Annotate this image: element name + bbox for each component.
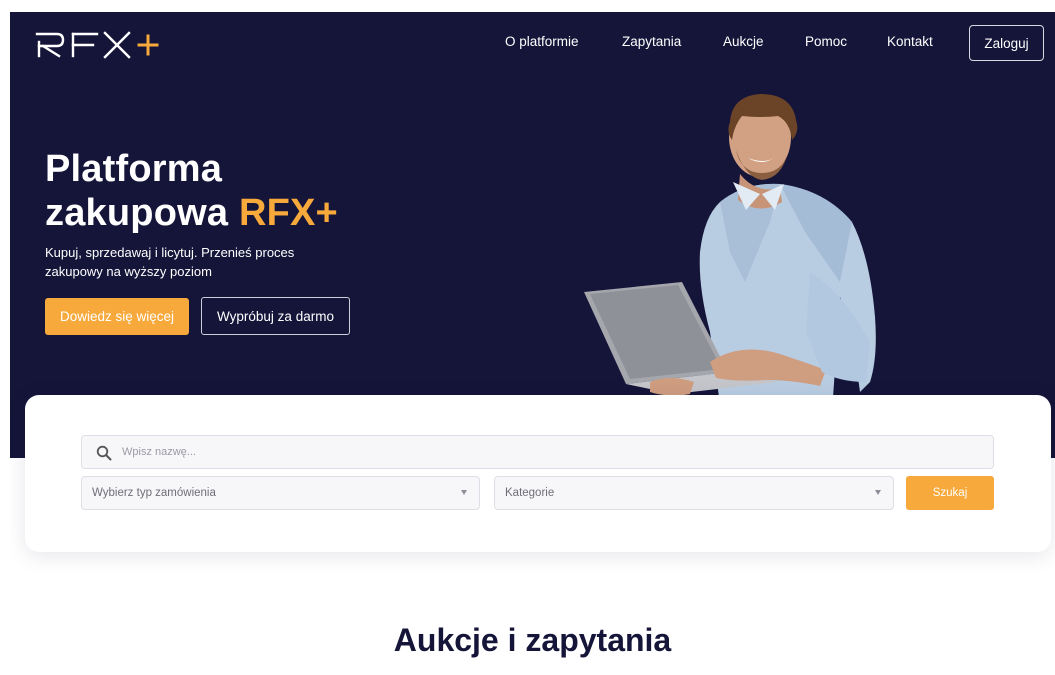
chevron-down-icon xyxy=(875,490,881,495)
nav-link-auctions[interactable]: Aukcje xyxy=(723,34,764,49)
order-type-value: Wybierz typ zamówienia xyxy=(92,487,216,499)
page: O platformie Zapytania Aukcje Pomoc Kont… xyxy=(10,12,1055,675)
try-free-button[interactable]: Wypróbuj za darmo xyxy=(201,297,350,335)
chevron-down-icon xyxy=(461,490,467,495)
nav-link-inquiries[interactable]: Zapytania xyxy=(622,34,681,49)
order-type-select[interactable]: Wybierz typ zamówienia xyxy=(81,476,480,510)
main-nav: O platformie Zapytania Aukcje Pomoc Kont… xyxy=(10,34,1055,54)
search-icon xyxy=(96,445,112,461)
hero-title-line-1: Platforma xyxy=(45,148,223,190)
hero-title: Platforma zakupowa RFX+ xyxy=(45,147,338,235)
login-button[interactable]: Zaloguj xyxy=(969,25,1044,61)
category-value: Kategorie xyxy=(505,487,555,499)
hero-section: O platformie Zapytania Aukcje Pomoc Kont… xyxy=(10,12,1055,458)
search-panel: Wybierz typ zamówienia Kategorie Szukaj xyxy=(25,395,1051,552)
nav-link-help[interactable]: Pomoc xyxy=(805,34,847,49)
search-input[interactable] xyxy=(122,436,982,468)
nav-link-about[interactable]: O platformie xyxy=(505,34,579,49)
category-select[interactable]: Kategorie xyxy=(494,476,894,510)
learn-more-button[interactable]: Dowiedz się więcej xyxy=(45,298,189,335)
search-field[interactable] xyxy=(81,435,994,469)
hero-subtitle: Kupuj, sprzedawaj i licytuj. Przenieś pr… xyxy=(45,245,295,279)
section-title-auctions: Aukcje i zapytania xyxy=(393,622,672,658)
hero-title-main: zakupowa xyxy=(45,192,239,234)
hero-title-accent: RFX+ xyxy=(238,192,338,234)
nav-link-contact[interactable]: Kontakt xyxy=(887,34,933,49)
search-button[interactable]: Szukaj xyxy=(906,476,994,510)
hero-title-line-2: zakupowa RFX+ xyxy=(45,191,338,235)
